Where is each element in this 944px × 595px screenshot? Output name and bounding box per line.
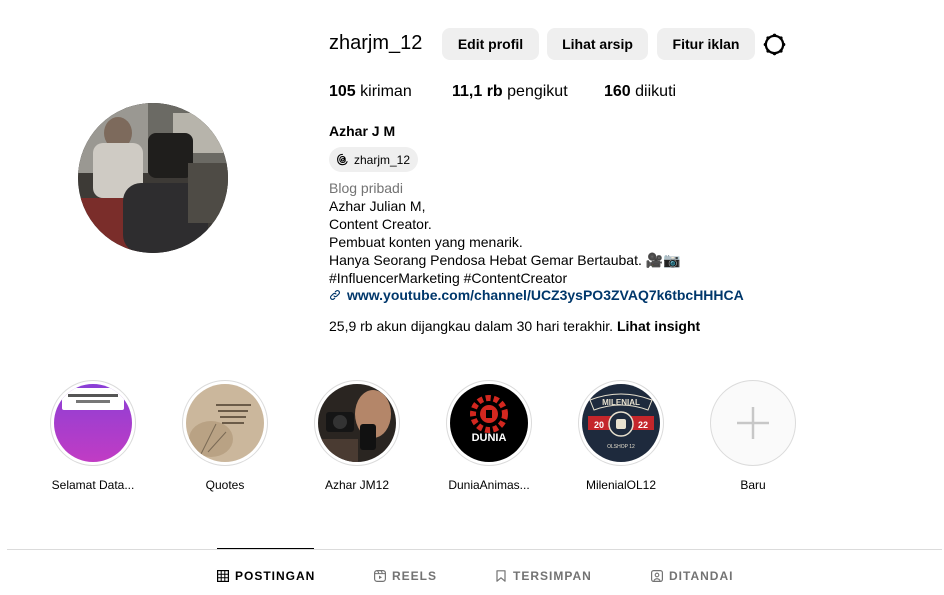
highlight-image: MILENIAL 20 22 OLSHOP 12	[582, 384, 660, 462]
highlight-cover[interactable]	[182, 380, 268, 466]
profile-category: Blog pribadi	[329, 180, 403, 196]
highlight-image	[54, 384, 132, 462]
highlight-image	[186, 384, 264, 462]
profile-link-text: www.youtube.com/channel/UCZ3ysPO3ZVAQ7k6…	[347, 287, 744, 303]
profile-bio: Blog pribadi Azhar Julian M, Content Cre…	[329, 179, 681, 287]
bio-line: #InfluencerMarketing #ContentCreator	[329, 270, 568, 286]
highlight-cover[interactable]: DUNIA	[446, 380, 532, 466]
posts-count-label: kiriman	[360, 83, 412, 100]
bio-line: Azhar Julian M,	[329, 198, 426, 214]
dunia-logo-text: DUNIA	[472, 432, 507, 444]
tab-reels-label: REELS	[392, 569, 438, 583]
highlight-item[interactable]: MILENIAL 20 22 OLSHOP 12 MilenialOL12	[566, 380, 676, 492]
milenial-logo-left: 20	[594, 420, 604, 430]
highlight-cover[interactable]: MILENIAL 20 22 OLSHOP 12	[578, 380, 664, 466]
new-highlight-button[interactable]	[710, 380, 796, 466]
highlight-image	[318, 384, 396, 462]
view-insight-link[interactable]: Lihat insight	[617, 318, 700, 334]
highlight-label: Selamat Data...	[51, 478, 135, 492]
highlight-label: Quotes	[205, 478, 245, 492]
profile-username: zharjm_12	[329, 32, 423, 54]
view-archive-button[interactable]: Lihat arsip	[547, 28, 648, 60]
tagged-icon	[651, 570, 663, 582]
plus-icon	[737, 407, 769, 439]
edit-profile-button[interactable]: Edit profil	[442, 28, 539, 60]
milenial-logo-text: MILENIAL	[602, 398, 640, 407]
profile-full-name: Azhar J M	[329, 123, 396, 139]
bio-line: Hanya Seorang Pendosa Hebat Gemar Bertau…	[329, 252, 681, 268]
threads-icon	[337, 153, 348, 166]
milenial-logo-sub: OLSHOP 12	[607, 444, 635, 450]
profile-external-link[interactable]: www.youtube.com/channel/UCZ3ysPO3ZVAQ7k6…	[329, 287, 744, 303]
avatar-photo	[78, 103, 228, 253]
tab-posts-label: POSTINGAN	[235, 569, 316, 583]
insight-text: 25,9 rb akun dijangkau dalam 30 hari ter…	[329, 318, 614, 334]
threads-handle: zharjm_12	[354, 152, 411, 167]
following-count[interactable]: 160 diikuti	[604, 83, 676, 101]
tab-tagged[interactable]: DITANDAI	[651, 569, 733, 583]
threads-badge[interactable]: zharjm_12	[329, 147, 419, 172]
highlight-item[interactable]: Azhar JM12	[302, 380, 412, 492]
following-count-label: diikuti	[635, 83, 677, 100]
grid-icon	[217, 570, 229, 582]
highlight-image: DUNIA	[450, 384, 528, 462]
tab-saved[interactable]: TERSIMPAN	[495, 569, 592, 583]
tab-saved-label: TERSIMPAN	[513, 569, 592, 583]
tabs-divider	[7, 549, 942, 550]
highlight-label: Azhar JM12	[324, 478, 390, 492]
settings-gear-icon[interactable]	[762, 32, 787, 57]
bio-line: Content Creator.	[329, 216, 432, 232]
followers-count-label: pengikut	[507, 83, 568, 100]
bookmark-icon	[496, 570, 506, 582]
highlight-item[interactable]: Quotes	[170, 380, 280, 492]
highlight-cover[interactable]	[50, 380, 136, 466]
ad-tools-button[interactable]: Fitur iklan	[657, 28, 755, 60]
highlight-label: MilenialOL12	[585, 478, 657, 492]
highlight-item[interactable]: DUNIA DuniaAnimas...	[434, 380, 544, 492]
followers-count[interactable]: 11,1 rb pengikut	[452, 83, 568, 101]
link-icon	[330, 290, 340, 300]
tab-posts[interactable]: POSTINGAN	[217, 569, 315, 583]
highlight-cover[interactable]	[314, 380, 400, 466]
active-tab-indicator	[217, 548, 314, 549]
profile-avatar[interactable]	[78, 103, 228, 253]
highlight-label: DuniaAnimas...	[448, 478, 530, 492]
tab-tagged-label: DITANDAI	[669, 569, 734, 583]
bio-line: Pembuat konten yang menarik.	[329, 234, 523, 250]
following-count-value: 160	[604, 83, 631, 100]
highlight-label: Baru	[740, 478, 766, 492]
insight-summary: 25,9 rb akun dijangkau dalam 30 hari ter…	[329, 318, 700, 334]
posts-count: 105 kiriman	[329, 83, 412, 101]
followers-count-value: 11,1 rb	[452, 83, 503, 100]
tab-reels[interactable]: REELS	[374, 569, 437, 583]
posts-count-value: 105	[329, 83, 356, 100]
milenial-logo-right: 22	[638, 420, 648, 430]
new-highlight[interactable]: Baru	[698, 380, 808, 492]
highlight-item[interactable]: Selamat Data...	[38, 380, 148, 492]
reels-icon	[374, 570, 386, 582]
